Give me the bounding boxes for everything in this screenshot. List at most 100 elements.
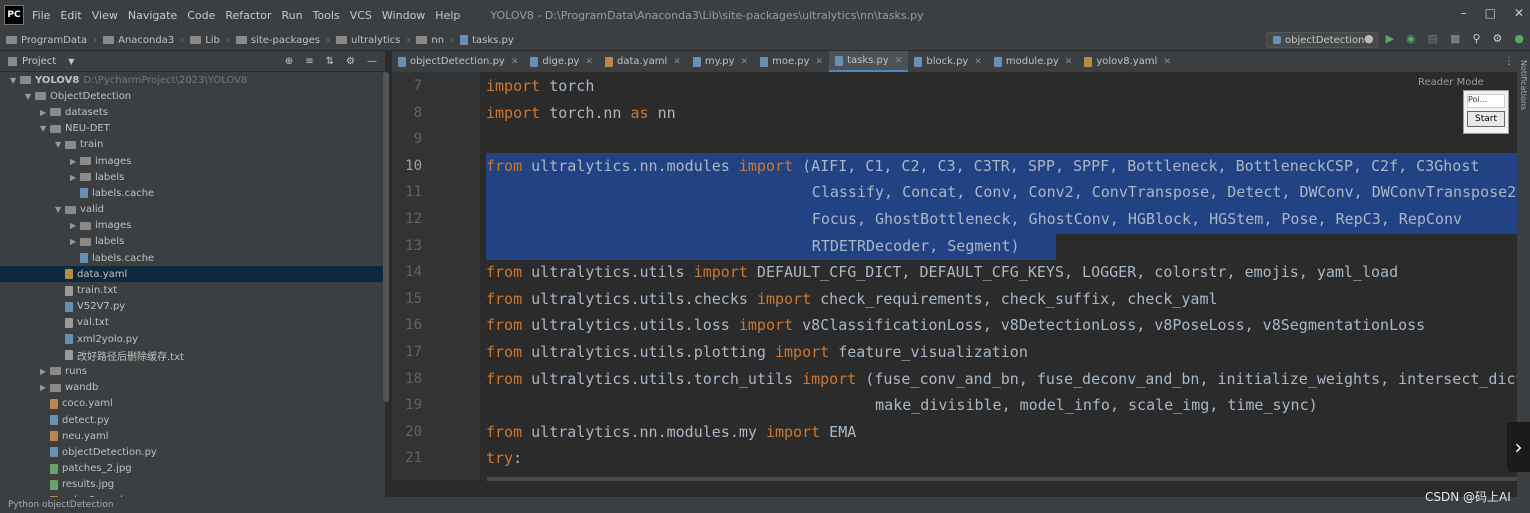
breadcrumb-item[interactable]: › Anaconda3: [87, 35, 174, 46]
debug-icon[interactable]: ◉: [1406, 32, 1416, 45]
tree-item[interactable]: coco.yaml: [0, 396, 385, 412]
chevron-right-icon[interactable]: ▶: [40, 383, 50, 392]
menu-item-navigate[interactable]: Navigate: [128, 9, 177, 22]
menu-item-edit[interactable]: Edit: [60, 9, 81, 22]
tree-item[interactable]: labels.cache: [0, 185, 385, 201]
editor-tab[interactable]: moe.py ✕: [754, 51, 829, 72]
gear-icon[interactable]: ⚙: [1493, 32, 1503, 45]
chevron-down-icon[interactable]: ▼: [10, 76, 20, 85]
project-scrollbar[interactable]: [383, 72, 389, 402]
close-tab-icon[interactable]: ✕: [1163, 57, 1171, 67]
menu-item-refactor[interactable]: Refactor: [225, 9, 271, 22]
tree-item[interactable]: neu.yaml: [0, 428, 385, 444]
tree-item[interactable]: ▼ valid: [0, 202, 385, 218]
notifications-tab[interactable]: Notifications: [1519, 60, 1528, 110]
reader-mode-label[interactable]: Reader Mode: [1418, 77, 1484, 88]
close-tab-icon[interactable]: ✕: [511, 57, 519, 67]
run-icon[interactable]: ▶: [1386, 32, 1394, 45]
update-icon[interactable]: ●: [1514, 32, 1524, 45]
menu-item-window[interactable]: Window: [382, 9, 425, 22]
close-tab-icon[interactable]: ✕: [895, 56, 903, 66]
editor-tab[interactable]: my.py ✕: [687, 51, 754, 72]
chevron-down-icon[interactable]: ▼: [25, 92, 35, 101]
menu-item-code[interactable]: Code: [187, 9, 215, 22]
menu-item-run[interactable]: Run: [282, 9, 303, 22]
editor-tab[interactable]: yolov8.yaml ✕: [1078, 51, 1177, 72]
expand-all-icon[interactable]: ⇅: [326, 56, 334, 67]
chevron-down-icon[interactable]: ▼: [40, 124, 50, 133]
project-panel-title[interactable]: Project: [22, 56, 56, 67]
chevron-down-icon[interactable]: ▼: [55, 205, 65, 214]
chevron-right-icon[interactable]: ▶: [70, 237, 80, 246]
tree-item[interactable]: patches_2.jpg: [0, 461, 385, 477]
menu-item-vcs[interactable]: VCS: [350, 9, 372, 22]
close-tab-icon[interactable]: ✕: [673, 57, 681, 67]
close-tab-icon[interactable]: ✕: [741, 57, 749, 67]
popup-field[interactable]: Poi...: [1467, 94, 1505, 108]
chevron-down-icon[interactable]: ▼: [55, 140, 65, 149]
tree-item[interactable]: ▶ runs: [0, 363, 385, 379]
close-tab-icon[interactable]: ✕: [974, 57, 982, 67]
minimize-icon[interactable]: –: [1461, 6, 1467, 20]
tree-item[interactable]: data.yaml: [0, 266, 385, 283]
breadcrumb-item[interactable]: › Lib: [174, 35, 220, 46]
stop-icon[interactable]: ■: [1450, 32, 1460, 45]
close-icon[interactable]: ✕: [1514, 6, 1524, 20]
tree-item[interactable]: objectDetection.py: [0, 444, 385, 460]
tree-item[interactable]: 改好路径后删除缓存.txt: [0, 347, 385, 363]
tree-item[interactable]: ▼ NEU-DET: [0, 121, 385, 137]
user-icon[interactable]: ●: [1364, 32, 1374, 45]
search-icon[interactable]: ⚲: [1472, 32, 1480, 45]
chevron-right-icon[interactable]: ▶: [70, 221, 80, 230]
editor-tab[interactable]: tasks.py ✕: [829, 51, 909, 72]
breadcrumb-item[interactable]: › tasks.py: [444, 35, 514, 46]
chevron-right-icon[interactable]: ▶: [40, 108, 50, 117]
breadcrumb-item[interactable]: › ultralytics: [320, 35, 400, 46]
editor-tab[interactable]: module.py ✕: [988, 51, 1078, 72]
tree-item[interactable]: detect.py: [0, 412, 385, 428]
menu-item-view[interactable]: View: [92, 9, 118, 22]
tree-item[interactable]: ▶ labels: [0, 169, 385, 185]
coverage-icon[interactable]: ▤: [1428, 32, 1438, 45]
tree-item[interactable]: ▼ YOLOV8 D:\PycharmProject\2023\YOLOV8: [0, 72, 385, 88]
breadcrumb-item[interactable]: ProgramData: [6, 35, 87, 46]
editor-tab[interactable]: data.yaml ✕: [599, 51, 687, 72]
tree-item[interactable]: ▼ ObjectDetection: [0, 88, 385, 104]
tree-item[interactable]: ▶ images: [0, 218, 385, 234]
breadcrumb-item[interactable]: › nn: [400, 35, 444, 46]
chevron-right-icon[interactable]: ▶: [70, 157, 80, 166]
collapse-all-icon[interactable]: ≡: [305, 56, 313, 67]
tree-item[interactable]: ▼ train: [0, 137, 385, 153]
maximize-icon[interactable]: □: [1485, 6, 1496, 20]
editor-tab[interactable]: objectDetection.py ✕: [392, 51, 524, 72]
close-tab-icon[interactable]: ✕: [816, 57, 824, 67]
chevron-down-icon[interactable]: ▼: [68, 57, 74, 66]
hide-icon[interactable]: —: [367, 56, 377, 67]
tree-item[interactable]: ▶ images: [0, 153, 385, 169]
gear-icon[interactable]: ⚙: [346, 56, 355, 67]
chevron-right-icon[interactable]: ›: [1507, 422, 1530, 472]
start-button[interactable]: Start: [1467, 111, 1505, 127]
tree-item[interactable]: ▶ labels: [0, 234, 385, 250]
tree-item[interactable]: results.jpg: [0, 477, 385, 493]
code-editor[interactable]: import torch import torch.nn as nn from ul…: [480, 72, 1530, 480]
close-tab-icon[interactable]: ✕: [1065, 57, 1073, 67]
tree-item[interactable]: xml2yolo.py: [0, 331, 385, 347]
tree-item[interactable]: train.txt: [0, 282, 385, 298]
editor-tab[interactable]: dige.py ✕: [524, 51, 599, 72]
chevron-right-icon[interactable]: ▶: [40, 367, 50, 376]
menu-item-file[interactable]: File: [32, 9, 50, 22]
editor-tab[interactable]: block.py ✕: [908, 51, 988, 72]
tree-item[interactable]: ▶ datasets: [0, 104, 385, 120]
breadcrumb-item[interactable]: › site-packages: [220, 35, 320, 46]
editor-horizontal-scrollbar[interactable]: [487, 477, 1517, 481]
menu-item-tools[interactable]: Tools: [313, 9, 340, 22]
tree-item[interactable]: V52V7.py: [0, 299, 385, 315]
tree-item[interactable]: ▶ wandb: [0, 380, 385, 396]
tree-item[interactable]: labels.cache: [0, 250, 385, 266]
menu-item-help[interactable]: Help: [435, 9, 460, 22]
locate-icon[interactable]: ⊕: [285, 56, 293, 67]
chevron-right-icon[interactable]: ▶: [70, 173, 80, 182]
run-config-select[interactable]: objectDetection ▼: [1266, 32, 1378, 48]
close-tab-icon[interactable]: ✕: [585, 57, 593, 67]
